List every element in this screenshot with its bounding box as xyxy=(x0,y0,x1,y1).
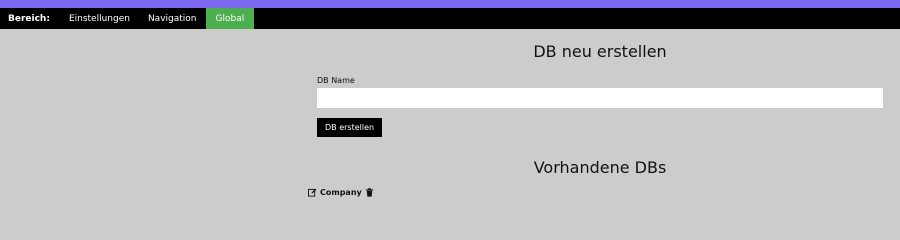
db-list-item: Company xyxy=(308,186,374,199)
nav-area-label: Bereich: xyxy=(8,13,50,24)
trash-icon[interactable] xyxy=(365,188,374,197)
edit-icon[interactable] xyxy=(308,188,317,197)
nav-item-navigation[interactable]: Navigation xyxy=(139,8,206,29)
nav-item-einstellungen[interactable]: Einstellungen xyxy=(60,8,139,29)
top-navigation: Bereich: Einstellungen Navigation Global xyxy=(0,8,900,29)
existing-dbs-heading: Vorhandene DBs xyxy=(533,158,667,177)
create-db-heading: DB neu erstellen xyxy=(533,42,667,61)
db-name: Company xyxy=(320,188,362,197)
create-db-button[interactable]: DB erstellen xyxy=(317,118,383,137)
nav-item-global[interactable]: Global xyxy=(205,8,255,29)
db-name-label: DB Name xyxy=(317,76,355,85)
accent-bar xyxy=(0,0,900,8)
db-name-input[interactable] xyxy=(317,88,883,108)
